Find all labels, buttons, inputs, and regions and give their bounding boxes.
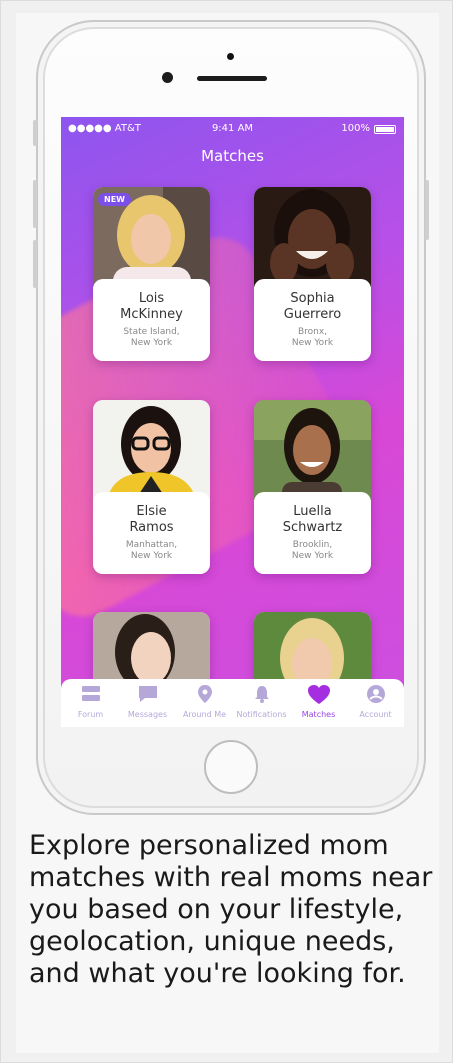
tab-label: Around Me	[182, 710, 227, 719]
tab-around-me[interactable]: Around Me	[176, 684, 233, 719]
match-location: Manhattan,	[125, 540, 178, 550]
tab-label: Forum	[77, 710, 104, 719]
home-button[interactable]	[204, 740, 258, 794]
battery-icon	[374, 125, 396, 134]
match-city: New York	[130, 338, 173, 348]
tab-label: Account	[359, 710, 392, 719]
match-card[interactable]: Sophia Guerrero Bronx, New York	[254, 187, 371, 361]
match-name: Elsie	[136, 504, 167, 519]
match-info: Elsie Ramos Manhattan, New York	[93, 492, 210, 574]
match-surname: McKinney	[120, 307, 183, 322]
match-city: New York	[291, 338, 334, 348]
woman-smiling-icon	[254, 187, 371, 287]
battery-percent: 100%	[341, 123, 370, 134]
page-title: Matches	[201, 147, 264, 165]
tab-bar: Forum Messages Around Me Notifications M…	[61, 679, 404, 727]
message-icon	[119, 684, 176, 706]
match-card[interactable]: Luella Schwartz Brooklin, New York	[254, 400, 371, 574]
match-location: Brooklin,	[292, 540, 333, 550]
tab-notifications[interactable]: Notifications	[233, 684, 290, 719]
heart-icon	[290, 684, 347, 706]
bell-icon	[233, 684, 290, 706]
app-screen: ●●●●● AT&T 9:41 AM 100% Matches NEW Lois…	[61, 117, 404, 727]
promo-caption: Explore personalized mom matches with re…	[29, 830, 433, 989]
volume-up-button	[33, 180, 37, 228]
woman-glasses-icon	[93, 400, 210, 500]
volume-down-button	[33, 240, 37, 288]
status-bar: ●●●●● AT&T 9:41 AM 100%	[61, 117, 404, 139]
woman-outdoor-icon	[254, 400, 371, 500]
forum-icon	[62, 684, 119, 706]
tab-label: Messages	[127, 710, 168, 719]
proximity-sensor	[227, 53, 234, 60]
match-city: New York	[291, 551, 334, 561]
match-city: New York	[130, 551, 173, 561]
match-name: Lois	[138, 291, 165, 306]
front-camera	[162, 72, 173, 83]
tab-account[interactable]: Account	[347, 684, 404, 719]
match-card[interactable]: Elsie Ramos Manhattan, New York	[93, 400, 210, 574]
account-icon	[347, 684, 404, 706]
tab-label: Matches	[301, 710, 336, 719]
match-surname: Schwartz	[282, 520, 343, 535]
tab-matches[interactable]: Matches	[290, 684, 347, 719]
tab-messages[interactable]: Messages	[119, 684, 176, 719]
match-card[interactable]: NEW Lois McKinney State Island, New York	[93, 187, 210, 361]
match-surname: Guerrero	[283, 307, 342, 322]
match-info: Luella Schwartz Brooklin, New York	[254, 492, 371, 574]
new-badge: NEW	[98, 193, 131, 206]
mute-switch	[33, 120, 37, 146]
power-button	[425, 180, 429, 240]
match-location: State Island,	[123, 327, 180, 337]
tab-forum[interactable]: Forum	[62, 684, 119, 719]
match-surname: Ramos	[129, 520, 174, 535]
match-info: Sophia Guerrero Bronx, New York	[254, 279, 371, 361]
match-name: Luella	[293, 504, 332, 519]
match-info: Lois McKinney State Island, New York	[93, 279, 210, 361]
tab-label: Notifications	[236, 710, 287, 719]
match-name: Sophia	[290, 291, 335, 306]
match-location: Bronx,	[297, 327, 328, 337]
earpiece-speaker	[197, 76, 267, 81]
location-pin-icon	[176, 684, 233, 706]
